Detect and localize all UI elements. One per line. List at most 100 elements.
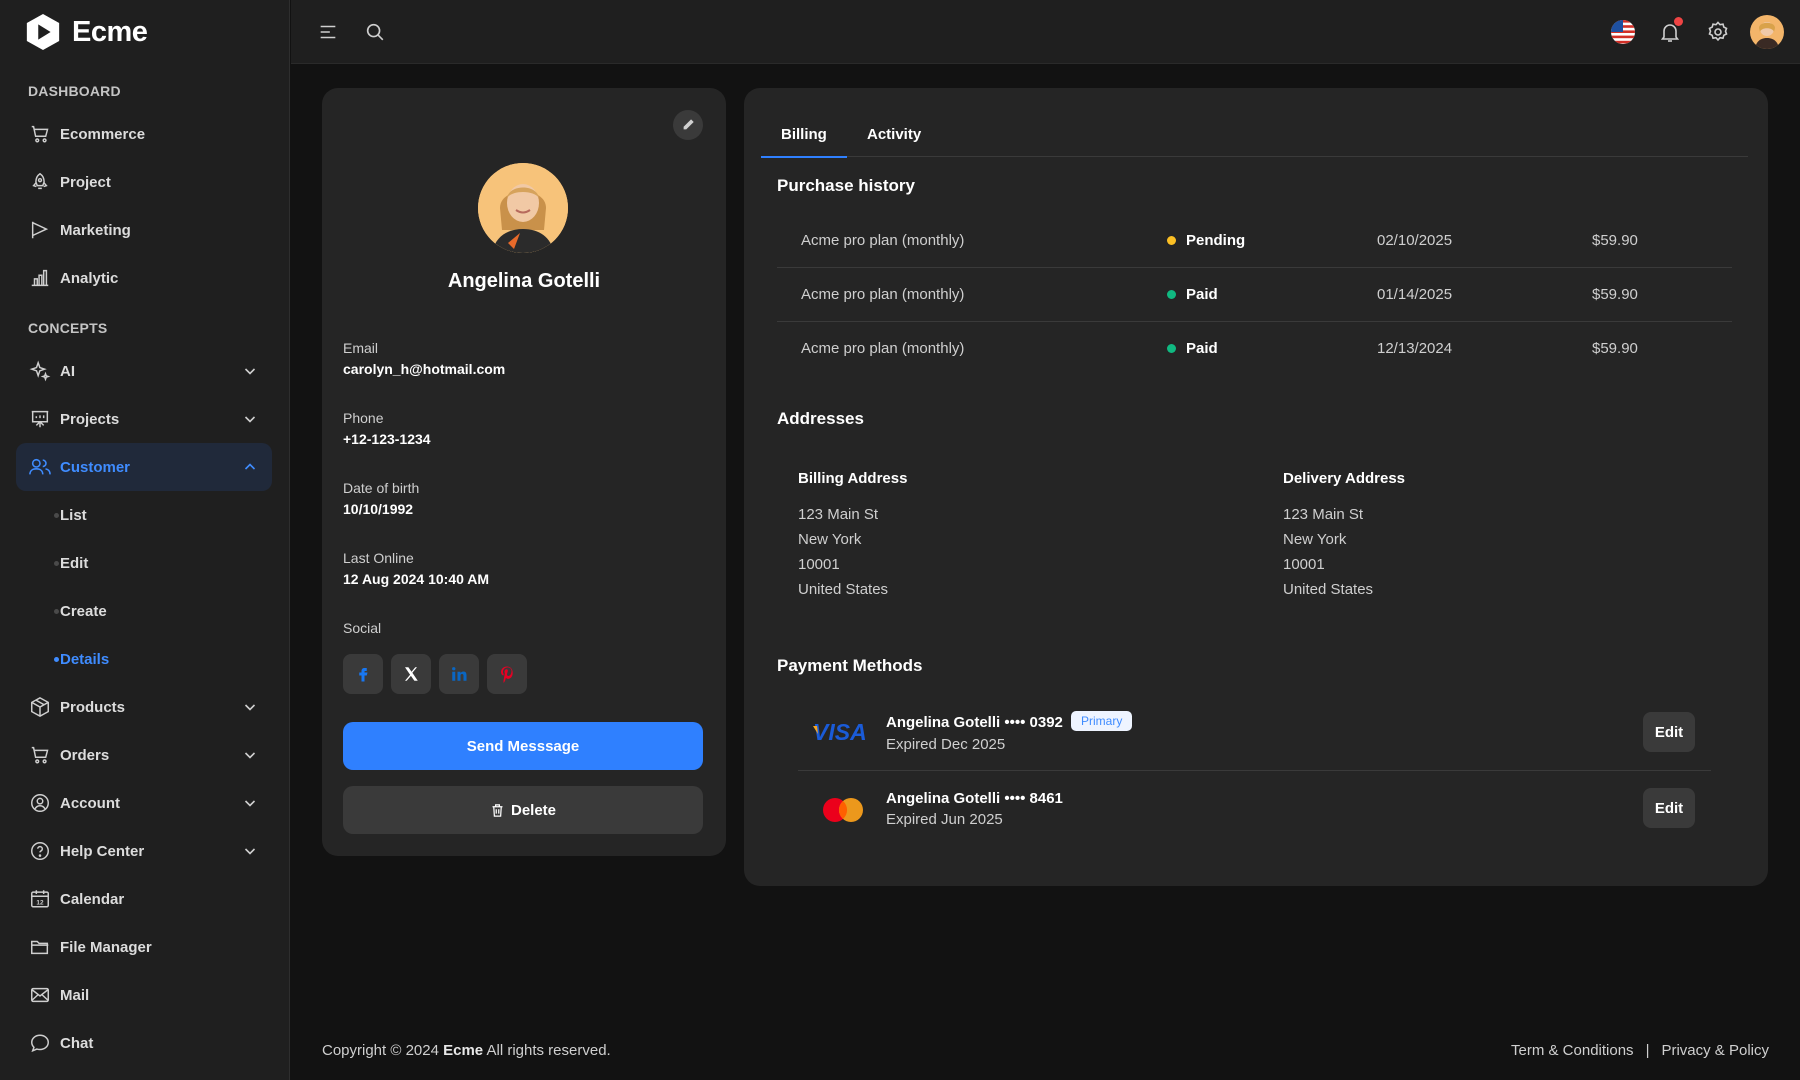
folder-icon	[28, 935, 52, 959]
mail-icon	[28, 983, 52, 1007]
sidebar-item-calendar[interactable]: 12 Calendar	[16, 875, 272, 923]
pinterest-button[interactable]	[487, 654, 527, 694]
delivery-address-line: New York	[1283, 531, 1347, 548]
sidebar-subitem-edit[interactable]: Edit	[16, 543, 272, 583]
billing-address-line: 123 Main St	[798, 506, 879, 523]
tab-activity[interactable]: Activity	[847, 112, 941, 157]
app-name: Ecme	[72, 15, 148, 48]
linkedin-button[interactable]	[439, 654, 479, 694]
x-button[interactable]	[391, 654, 431, 694]
profile-name: Angelina Gotelli	[447, 270, 601, 292]
purchase-history-title: Purchase history	[777, 176, 915, 195]
phone-label: Phone	[343, 410, 384, 426]
chevron-up-icon	[244, 463, 256, 470]
search-icon[interactable]	[361, 18, 389, 46]
chevron-down-icon	[244, 416, 256, 423]
sidebar-item-label: Mail	[60, 986, 90, 1004]
table-row[interactable]: Acme pro plan (monthly) Paid 12/13/2024 …	[777, 322, 1732, 376]
facebook-icon	[359, 668, 368, 682]
sidebar-item-help-center[interactable]: Help Center	[16, 827, 272, 875]
users-icon	[28, 455, 52, 479]
sidebar-item-label: Products	[60, 698, 126, 716]
table-row[interactable]: Acme pro plan (monthly) Paid 01/14/2025 …	[777, 268, 1732, 322]
topbar	[291, 0, 1800, 64]
tab-bar: Billing Activity	[761, 112, 1748, 158]
copyright-brand: Ecme	[443, 1042, 484, 1059]
flag-icon	[28, 218, 52, 242]
sidebar-item-label: Orders	[60, 746, 110, 764]
sidebar-item-marketing[interactable]: Marketing	[16, 206, 272, 254]
copyright-prefix: Copyright © 2024	[322, 1042, 444, 1059]
sidebar-item-analytic[interactable]: Analytic	[16, 254, 272, 302]
sidebar-subitem-create[interactable]: Create	[16, 591, 272, 631]
dob-label: Date of birth	[343, 480, 420, 496]
bell-icon[interactable]	[1656, 17, 1684, 46]
table-row[interactable]: Acme pro plan (monthly) Pending 02/10/20…	[777, 214, 1732, 268]
sidebar-item-ai[interactable]: AI	[16, 347, 272, 395]
delete-button-label: Delete	[510, 801, 557, 819]
card-holder-number: Angelina Gotelli •••• 0392	[886, 714, 1063, 731]
terms-link[interactable]: Term & Conditions	[1511, 1042, 1634, 1059]
send-message-button[interactable]: Send Messsage	[343, 722, 703, 770]
sidebar-item-projects[interactable]: Projects	[16, 395, 272, 443]
status-text: Paid	[1186, 286, 1218, 303]
sidebar-subitem-list[interactable]: List	[16, 495, 272, 535]
sidebar-subitem-label: Edit	[60, 554, 89, 572]
chevron-down-icon	[244, 848, 256, 855]
email-label: Email	[343, 340, 379, 356]
edit-payment-button[interactable]: Edit	[1643, 712, 1695, 752]
sidebar-item-file-manager[interactable]: File Manager	[16, 923, 272, 971]
chevron-down-icon	[244, 704, 256, 711]
privacy-link[interactable]: Privacy & Policy	[1661, 1042, 1769, 1059]
rocket-icon	[28, 170, 52, 194]
delivery-address-line: 123 Main St	[1283, 506, 1364, 523]
sidebar-item-label: Help Center	[60, 842, 145, 860]
tab-billing[interactable]: Billing	[761, 112, 847, 158]
sidebar-item-chat[interactable]: Chat	[16, 1019, 272, 1067]
sidebar-item-label: Calendar	[60, 890, 125, 908]
purchase-amount: $59.90	[1592, 232, 1638, 249]
delete-button[interactable]: Delete	[343, 786, 703, 834]
sidebar-item-orders[interactable]: Orders	[16, 731, 272, 779]
billing-address-title: Billing Address	[798, 470, 908, 487]
edit-payment-button[interactable]: Edit	[1643, 788, 1695, 828]
section-title-dashboard: DASHBOARD	[28, 83, 121, 99]
phone-value: +12-123-1234	[343, 431, 431, 447]
x-icon	[405, 667, 418, 681]
sidebar-item-account[interactable]: Account	[16, 779, 272, 827]
sidebar-item-products[interactable]: Products	[16, 683, 272, 731]
purchase-date: 12/13/2024	[1377, 340, 1453, 357]
menu-icon[interactable]	[314, 18, 342, 46]
sidebar-item-label: Marketing	[60, 221, 131, 239]
billing-address-line: New York	[798, 531, 862, 548]
facebook-button[interactable]	[343, 654, 383, 694]
sidebar-subitem-label: Details	[60, 650, 110, 668]
status-dot	[1167, 344, 1176, 353]
sidebar-item-label: AI	[60, 362, 75, 380]
status-text: Paid	[1186, 340, 1218, 357]
sidebar: Ecme DASHBOARD Ecommerce Project Marketi…	[0, 0, 290, 1080]
cart-icon	[28, 743, 52, 767]
edit-profile-button[interactable]	[673, 110, 703, 140]
status-badge: Pending	[1167, 232, 1245, 249]
sidebar-item-project[interactable]: Project	[16, 158, 272, 206]
payment-method-row: VISA Angelina Gotelli •••• 0392 Primary …	[798, 697, 1711, 771]
chevron-down-icon	[244, 800, 256, 807]
visa-logo-text: VISA	[813, 720, 867, 744]
status-badge: Paid	[1167, 340, 1218, 357]
chevron-down-icon	[244, 752, 256, 759]
sidebar-item-customer[interactable]: Customer	[16, 443, 272, 491]
linkedin-icon	[452, 667, 467, 681]
purchase-amount: $59.90	[1592, 286, 1638, 303]
gear-icon[interactable]	[1704, 18, 1732, 46]
sidebar-item-label: Chat	[60, 1034, 94, 1052]
visa-icon: VISA	[813, 720, 867, 744]
us-flag-icon[interactable]	[1609, 18, 1637, 46]
sidebar-item-ecommerce[interactable]: Ecommerce	[16, 110, 272, 158]
sidebar-subitem-details[interactable]: Details	[16, 639, 272, 679]
sidebar-subitem-label: List	[60, 506, 87, 524]
avatar[interactable]	[1750, 15, 1784, 49]
addresses-title: Addresses	[777, 409, 864, 428]
sidebar-item-mail[interactable]: Mail	[16, 971, 272, 1019]
logo[interactable]: Ecme	[24, 12, 148, 52]
